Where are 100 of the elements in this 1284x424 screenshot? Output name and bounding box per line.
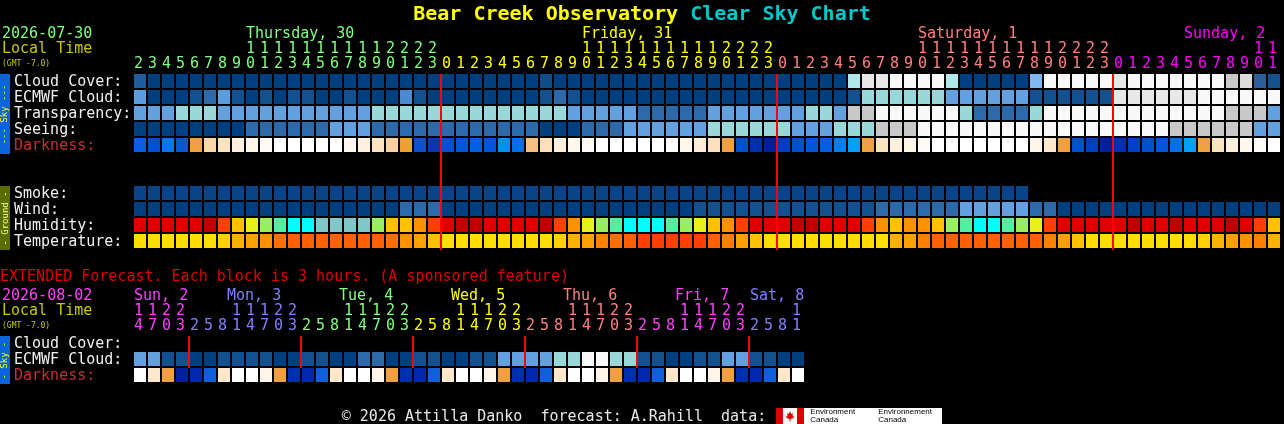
hour-label: 11 bbox=[932, 41, 941, 71]
hour-label: 5 bbox=[652, 318, 661, 333]
hour-label: 18 bbox=[358, 41, 367, 71]
date-label: 2026-08-02 bbox=[2, 288, 94, 303]
timezone-label: (GMT -7.0) bbox=[2, 321, 51, 330]
row-label: ECMWF Cloud: bbox=[13, 90, 124, 106]
hour-label: 23 bbox=[288, 303, 297, 333]
hour-label: 11 bbox=[680, 303, 689, 333]
hour-label: 11 bbox=[344, 303, 353, 333]
hour-label: 16 bbox=[666, 41, 675, 71]
hour-label: 12 bbox=[946, 41, 955, 71]
hour-label: 5 bbox=[316, 318, 325, 333]
hour-label: 7 bbox=[876, 56, 885, 71]
hour-label: 11 bbox=[456, 303, 465, 333]
hour-label: 2 bbox=[302, 318, 311, 333]
hour-label: 5 bbox=[512, 56, 521, 71]
hour-label: 7 bbox=[540, 56, 549, 71]
hour-label: 17 bbox=[708, 303, 717, 333]
hour-label: 23 bbox=[512, 303, 521, 333]
hour-label: 11 bbox=[260, 41, 269, 71]
day-label: Tue, 4 bbox=[339, 288, 394, 303]
hour-label: 17 bbox=[372, 303, 381, 333]
hour-label: 23 bbox=[1100, 41, 1109, 71]
hour-label: 19 bbox=[372, 41, 381, 71]
hour-label: 11 bbox=[232, 303, 241, 333]
hour-label: 8 bbox=[330, 318, 339, 333]
hour-label: 20 bbox=[386, 303, 395, 333]
hour-label: 3 bbox=[1156, 56, 1165, 71]
hour-label: 13 bbox=[288, 41, 297, 71]
hour-label: 22 bbox=[1086, 41, 1095, 71]
row-label: Transparency: bbox=[13, 106, 133, 122]
hour-label: 23 bbox=[736, 303, 745, 333]
site-title: Bear Creek Observatory bbox=[413, 2, 679, 24]
hour-label: 20 bbox=[1058, 41, 1067, 71]
hour-label: 20 bbox=[274, 303, 283, 333]
row-label: Cloud Cover: bbox=[13, 74, 124, 90]
hour-label: 6 bbox=[190, 56, 199, 71]
hour-label: 3 bbox=[484, 56, 493, 71]
hour-label: 5 bbox=[428, 318, 437, 333]
hour-label: 19 bbox=[1044, 41, 1053, 71]
hour-label: 14 bbox=[470, 303, 479, 333]
hour-label: 20 bbox=[610, 303, 619, 333]
hour-label: 9 bbox=[568, 56, 577, 71]
hour-label: 2 bbox=[1142, 56, 1151, 71]
hour-label: 2 bbox=[526, 318, 535, 333]
hour-label: 6 bbox=[862, 56, 871, 71]
hour-label: 18 bbox=[694, 41, 703, 71]
hour-label: 20 bbox=[498, 303, 507, 333]
hour-label: 8 bbox=[442, 318, 451, 333]
hour-label: 16 bbox=[330, 41, 339, 71]
hour-label: 4 bbox=[162, 56, 171, 71]
hour-label: 11 bbox=[568, 303, 577, 333]
hour-label: 5 bbox=[204, 318, 213, 333]
hour-label: 2 bbox=[638, 318, 647, 333]
credits-text: © 2026 Attilla Danko forecast: A.Rahill data: bbox=[341, 408, 767, 424]
extended-heading: EXTENDED Forecast. Each block is 3 hours. (A sponsored feature) bbox=[0, 268, 569, 284]
hour-label: 2 bbox=[134, 56, 143, 71]
hour-label: 5 bbox=[848, 56, 857, 71]
hour-label: 9 bbox=[1240, 56, 1249, 71]
hour-label: 3 bbox=[148, 56, 157, 71]
hour-label: 8 bbox=[554, 56, 563, 71]
hour-label: 4 bbox=[498, 56, 507, 71]
hour-label: 21 bbox=[736, 41, 745, 71]
hour-label: 17 bbox=[596, 303, 605, 333]
hour-label: 2 bbox=[750, 318, 759, 333]
hour-label: 12 bbox=[274, 41, 283, 71]
hour-label: 14 bbox=[246, 303, 255, 333]
hour-label: 14 bbox=[134, 303, 143, 333]
hour-label: 1 bbox=[1128, 56, 1137, 71]
hour-label: 23 bbox=[176, 303, 185, 333]
hour-label: 2 bbox=[806, 56, 815, 71]
local-time-label: Local Time bbox=[2, 303, 94, 318]
hour-label: 23 bbox=[764, 41, 773, 71]
hour-label: 12 bbox=[610, 41, 619, 71]
row-label: Temperature: bbox=[13, 234, 124, 250]
hour-label: 8 bbox=[666, 318, 675, 333]
day-label: Wed, 5 bbox=[451, 288, 506, 303]
hour-label: 5 bbox=[764, 318, 773, 333]
hour-label: 15 bbox=[988, 41, 997, 71]
hour-label: 7 bbox=[204, 56, 213, 71]
hour-label: 14 bbox=[302, 41, 311, 71]
hour-label: 11 bbox=[1268, 41, 1277, 71]
hour-label: 21 bbox=[400, 41, 409, 71]
hour-label: 13 bbox=[960, 41, 969, 71]
logo-text: Environnement Canada bbox=[878, 408, 934, 424]
hour-label: 6 bbox=[526, 56, 535, 71]
hour-label: 4 bbox=[1170, 56, 1179, 71]
hour-label: 18 bbox=[1030, 41, 1039, 71]
hour-label: 3 bbox=[820, 56, 829, 71]
hour-label: 0 bbox=[1114, 56, 1123, 71]
day-label: Sun, 2 bbox=[134, 288, 189, 303]
hour-label: 20 bbox=[722, 41, 731, 71]
hour-label: 7 bbox=[1212, 56, 1221, 71]
day-label: Thursday, 30 bbox=[246, 26, 355, 41]
local-time-label: Local Time bbox=[2, 41, 94, 56]
hour-label: 16 bbox=[1002, 41, 1011, 71]
day-label: Fri, 7 bbox=[675, 288, 730, 303]
hour-label: 2 bbox=[414, 318, 423, 333]
hour-label: 22 bbox=[750, 41, 759, 71]
hour-label: 0 bbox=[778, 56, 787, 71]
